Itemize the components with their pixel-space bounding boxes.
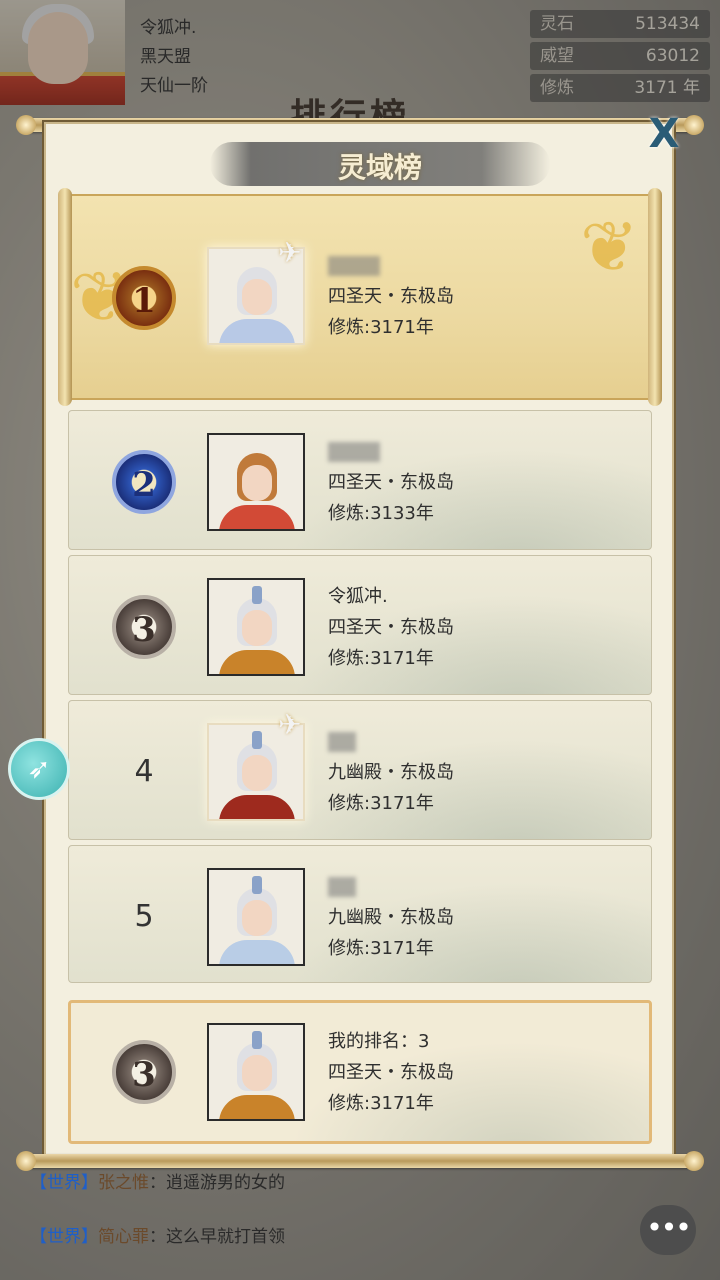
- rank-info: 四圣天・东极岛 修炼:3133年: [328, 436, 454, 529]
- phoenix-icon: ❦: [580, 206, 639, 288]
- rank-cultivation: 修炼:3171年: [328, 648, 434, 669]
- rank-region: 九幽殿・东极岛: [328, 907, 454, 928]
- panel-title-banner: 灵域榜: [210, 142, 550, 186]
- rank-medal-blue: 2: [112, 450, 176, 514]
- chat-line[interactable]: 【世界】简心罪：这么早就打首领: [30, 1222, 285, 1247]
- rank-number: 5: [134, 899, 154, 934]
- my-rank-label: 我的排名：3: [328, 1031, 430, 1052]
- rank-info: 九幽殿・东极岛 修炼:3171年: [328, 726, 454, 819]
- player-portrait[interactable]: [207, 578, 305, 676]
- rank-cultivation: 修炼:3171年: [328, 938, 434, 959]
- panel-title: 灵域榜: [337, 151, 422, 184]
- rank-name: 令狐冲.: [328, 586, 388, 607]
- my-portrait[interactable]: [207, 1023, 305, 1121]
- blurred-name: [328, 877, 356, 897]
- rank-region: 四圣天・东极岛: [328, 286, 454, 307]
- rank-region: 九幽殿・东极岛: [328, 762, 454, 783]
- rank-cultivation: 修炼:3171年: [328, 317, 434, 338]
- crane-icon: ✈: [278, 236, 302, 269]
- player-portrait[interactable]: [207, 433, 305, 531]
- rank-region: 四圣天・东极岛: [328, 1062, 454, 1083]
- rocket-icon[interactable]: ➶: [8, 738, 70, 800]
- rank-cultivation: 修炼:3171年: [328, 793, 434, 814]
- rank-cultivation: 修炼:3171年: [328, 1093, 434, 1114]
- rank-info: 四圣天・东极岛 修炼:3171年: [328, 250, 454, 343]
- scroll-end-left: [58, 188, 72, 406]
- rank-info: 九幽殿・东极岛 修炼:3171年: [328, 871, 454, 964]
- my-rank-info: 我的排名：3 四圣天・东极岛 修炼:3171年: [328, 1026, 454, 1119]
- rank-number: 4: [134, 754, 154, 789]
- rank-cultivation: 修炼:3133年: [328, 503, 434, 524]
- blurred-name: [328, 732, 356, 752]
- blurred-name: [328, 442, 380, 462]
- rank-medal-silver: 3: [112, 1040, 176, 1104]
- scroll-end-right: [648, 188, 662, 406]
- player-portrait[interactable]: [207, 868, 305, 966]
- rank-region: 四圣天・东极岛: [328, 617, 454, 638]
- chat-bubble-icon[interactable]: •••: [640, 1205, 696, 1255]
- scroll-rod-bottom: [16, 1151, 704, 1171]
- rank-medal-silver: 3: [112, 595, 176, 659]
- chat-line[interactable]: 【世界】张之惟：逍遥游男的女的: [30, 1168, 285, 1193]
- rank-info: 令狐冲. 四圣天・东极岛 修炼:3171年: [328, 581, 454, 674]
- rank-medal-gold: 1: [112, 266, 176, 330]
- rank-region: 四圣天・东极岛: [328, 472, 454, 493]
- crane-icon: ✈: [278, 708, 302, 741]
- blurred-name: [328, 256, 380, 276]
- close-icon[interactable]: X: [642, 112, 686, 156]
